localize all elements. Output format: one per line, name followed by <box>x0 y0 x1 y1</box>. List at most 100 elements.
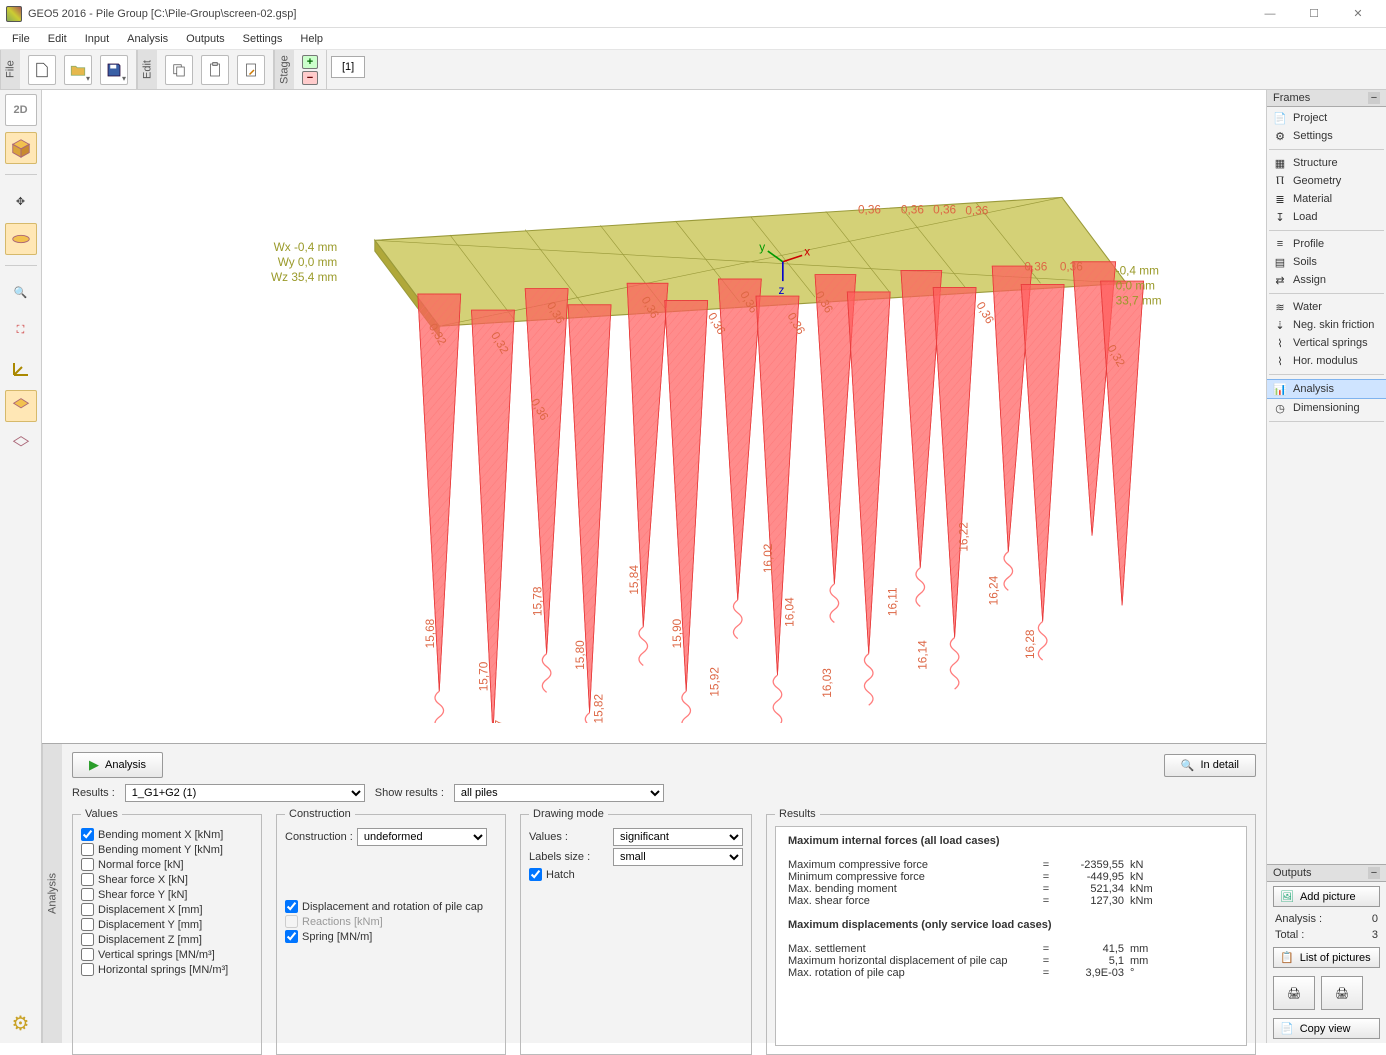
save-file-button[interactable]: ▾ <box>100 55 128 85</box>
print-1-button[interactable]: 🖨 <box>1273 976 1315 1010</box>
frame-icon: ⌇ <box>1273 336 1287 350</box>
menu-file[interactable]: File <box>4 31 38 47</box>
svg-text:15,80: 15,80 <box>573 640 587 670</box>
list-of-pictures-button[interactable]: 📋List of pictures <box>1273 947 1380 968</box>
results-label: Results : <box>72 787 115 799</box>
close-button[interactable]: ✕ <box>1336 1 1380 27</box>
paste-button[interactable] <box>201 55 229 85</box>
hatch-checkbox[interactable] <box>529 868 542 881</box>
file-strip-tab[interactable]: File <box>0 50 20 89</box>
stage-tab-1[interactable]: [1] <box>331 56 365 78</box>
value-checkbox-2[interactable] <box>81 858 94 871</box>
print-2-button[interactable]: 🖨 <box>1321 976 1363 1010</box>
value-checkbox-1[interactable] <box>81 843 94 856</box>
maximize-button[interactable]: ☐ <box>1292 1 1336 27</box>
frame-icon: Ⲡ <box>1273 174 1287 188</box>
edit-strip-tab[interactable]: Edit <box>137 50 157 89</box>
copy-view-button[interactable]: 📄Copy view <box>1273 1018 1380 1039</box>
svg-text:16,02: 16,02 <box>761 544 775 574</box>
menu-analysis[interactable]: Analysis <box>119 31 176 47</box>
frames-panel-header: Frames− <box>1267 90 1386 107</box>
settings-gear-button[interactable]: ⚙ <box>5 1007 37 1039</box>
view-2d-button[interactable]: 2D <box>5 94 37 126</box>
remove-stage-button[interactable]: − <box>302 71 318 85</box>
construction-combo[interactable]: undeformed <box>357 828 487 846</box>
frame-item-hor-modulus[interactable]: ⌇Hor. modulus <box>1267 352 1386 370</box>
labels-size-combo[interactable]: small <box>613 848 743 866</box>
pan-button[interactable]: ✥ <box>5 185 37 217</box>
value-checkbox-8[interactable] <box>81 948 94 961</box>
svg-text:15,82: 15,82 <box>591 694 605 724</box>
svg-text:x: x <box>804 244 810 258</box>
results-combo[interactable]: 1_G1+G2 (1) <box>125 784 365 802</box>
axes-button[interactable] <box>5 352 37 384</box>
frame-item-vertical-springs[interactable]: ⌇Vertical springs <box>1267 334 1386 352</box>
frame-item-neg-skin-friction[interactable]: ⇣Neg. skin friction <box>1267 316 1386 334</box>
outputs-collapse-button[interactable]: − <box>1368 867 1380 879</box>
svg-text:15,84: 15,84 <box>627 565 641 595</box>
frame-item-geometry[interactable]: ⲠGeometry <box>1267 172 1386 190</box>
values-mode-combo[interactable]: significant <box>613 828 743 846</box>
svg-text:15,68: 15,68 <box>423 618 437 648</box>
frame-item-profile[interactable]: ≡Profile <box>1267 235 1386 253</box>
value-checkbox-4[interactable] <box>81 888 94 901</box>
run-analysis-button[interactable]: ▶Analysis <box>72 752 163 778</box>
zoom-window-button[interactable]: 🔍 <box>5 276 37 308</box>
svg-text:33,7 mm: 33,7 mm <box>1116 294 1162 308</box>
value-checkbox-5[interactable] <box>81 903 94 916</box>
frame-item-dimensioning[interactable]: ◷Dimensioning <box>1267 399 1386 417</box>
3d-viewport[interactable]: 0,32 0,32 0,36 0,36 0,36 0,36 0,36 0,36 … <box>42 90 1266 743</box>
value-checkbox-7[interactable] <box>81 933 94 946</box>
view-3d-button[interactable] <box>5 132 37 164</box>
svg-text:0,36: 0,36 <box>1024 259 1047 273</box>
svg-text:15,78: 15,78 <box>530 586 544 616</box>
frame-item-water[interactable]: ≋Water <box>1267 298 1386 316</box>
frame-item-project[interactable]: 📄Project <box>1267 109 1386 127</box>
menu-outputs[interactable]: Outputs <box>178 31 233 47</box>
svg-text:0,36: 0,36 <box>933 202 956 216</box>
stage-strip-tab[interactable]: Stage <box>274 50 294 89</box>
frame-item-structure[interactable]: ▦Structure <box>1267 154 1386 172</box>
disp-rot-checkbox[interactable] <box>285 900 298 913</box>
frame-item-analysis[interactable]: 📊Analysis <box>1267 379 1386 399</box>
value-checkbox-3[interactable] <box>81 873 94 886</box>
frame-item-settings[interactable]: ⚙Settings <box>1267 127 1386 145</box>
copy-button[interactable] <box>165 55 193 85</box>
menu-help[interactable]: Help <box>292 31 331 47</box>
spring-checkbox[interactable] <box>285 930 298 943</box>
paste-special-button[interactable] <box>237 55 265 85</box>
magnifier-icon: 🔍 <box>1181 759 1195 772</box>
shade-top-button[interactable] <box>5 390 37 422</box>
add-picture-button[interactable]: 🖼Add picture <box>1273 886 1380 907</box>
frame-item-soils[interactable]: ▤Soils <box>1267 253 1386 271</box>
svg-text:16,03: 16,03 <box>820 668 834 698</box>
frames-collapse-button[interactable]: − <box>1368 92 1380 104</box>
tool-strip: File ▾ ▾ Edit Stage + − [1] <box>0 50 1386 90</box>
frame-icon: ◷ <box>1273 401 1287 415</box>
file-tool-group: ▾ ▾ <box>20 50 137 89</box>
show-results-combo[interactable]: all piles <box>454 784 664 802</box>
shade-bottom-button[interactable] <box>5 428 37 460</box>
menu-settings[interactable]: Settings <box>235 31 291 47</box>
svg-text:16,11: 16,11 <box>886 587 900 616</box>
frame-item-material[interactable]: ≣Material <box>1267 190 1386 208</box>
new-file-button[interactable] <box>28 55 56 85</box>
orbit-button[interactable] <box>5 223 37 255</box>
frame-icon: 📄 <box>1273 111 1287 125</box>
value-checkbox-0[interactable] <box>81 828 94 841</box>
svg-text:16,04: 16,04 <box>783 597 797 627</box>
in-detail-button[interactable]: 🔍In detail <box>1164 754 1256 777</box>
add-stage-button[interactable]: + <box>302 55 318 69</box>
svg-text:16,28: 16,28 <box>1023 629 1037 659</box>
menu-edit[interactable]: Edit <box>40 31 75 47</box>
frame-item-load[interactable]: ↧Load <box>1267 208 1386 226</box>
frame-item-assign[interactable]: ⇄Assign <box>1267 271 1386 289</box>
value-checkbox-6[interactable] <box>81 918 94 931</box>
zoom-extents-button[interactable]: ⛶ <box>5 314 37 346</box>
analysis-tab[interactable]: Analysis <box>42 744 62 1043</box>
minimize-button[interactable]: — <box>1248 1 1292 27</box>
open-file-button[interactable]: ▾ <box>64 55 92 85</box>
frame-icon: ⇄ <box>1273 273 1287 287</box>
menu-input[interactable]: Input <box>77 31 117 47</box>
value-checkbox-9[interactable] <box>81 963 94 976</box>
